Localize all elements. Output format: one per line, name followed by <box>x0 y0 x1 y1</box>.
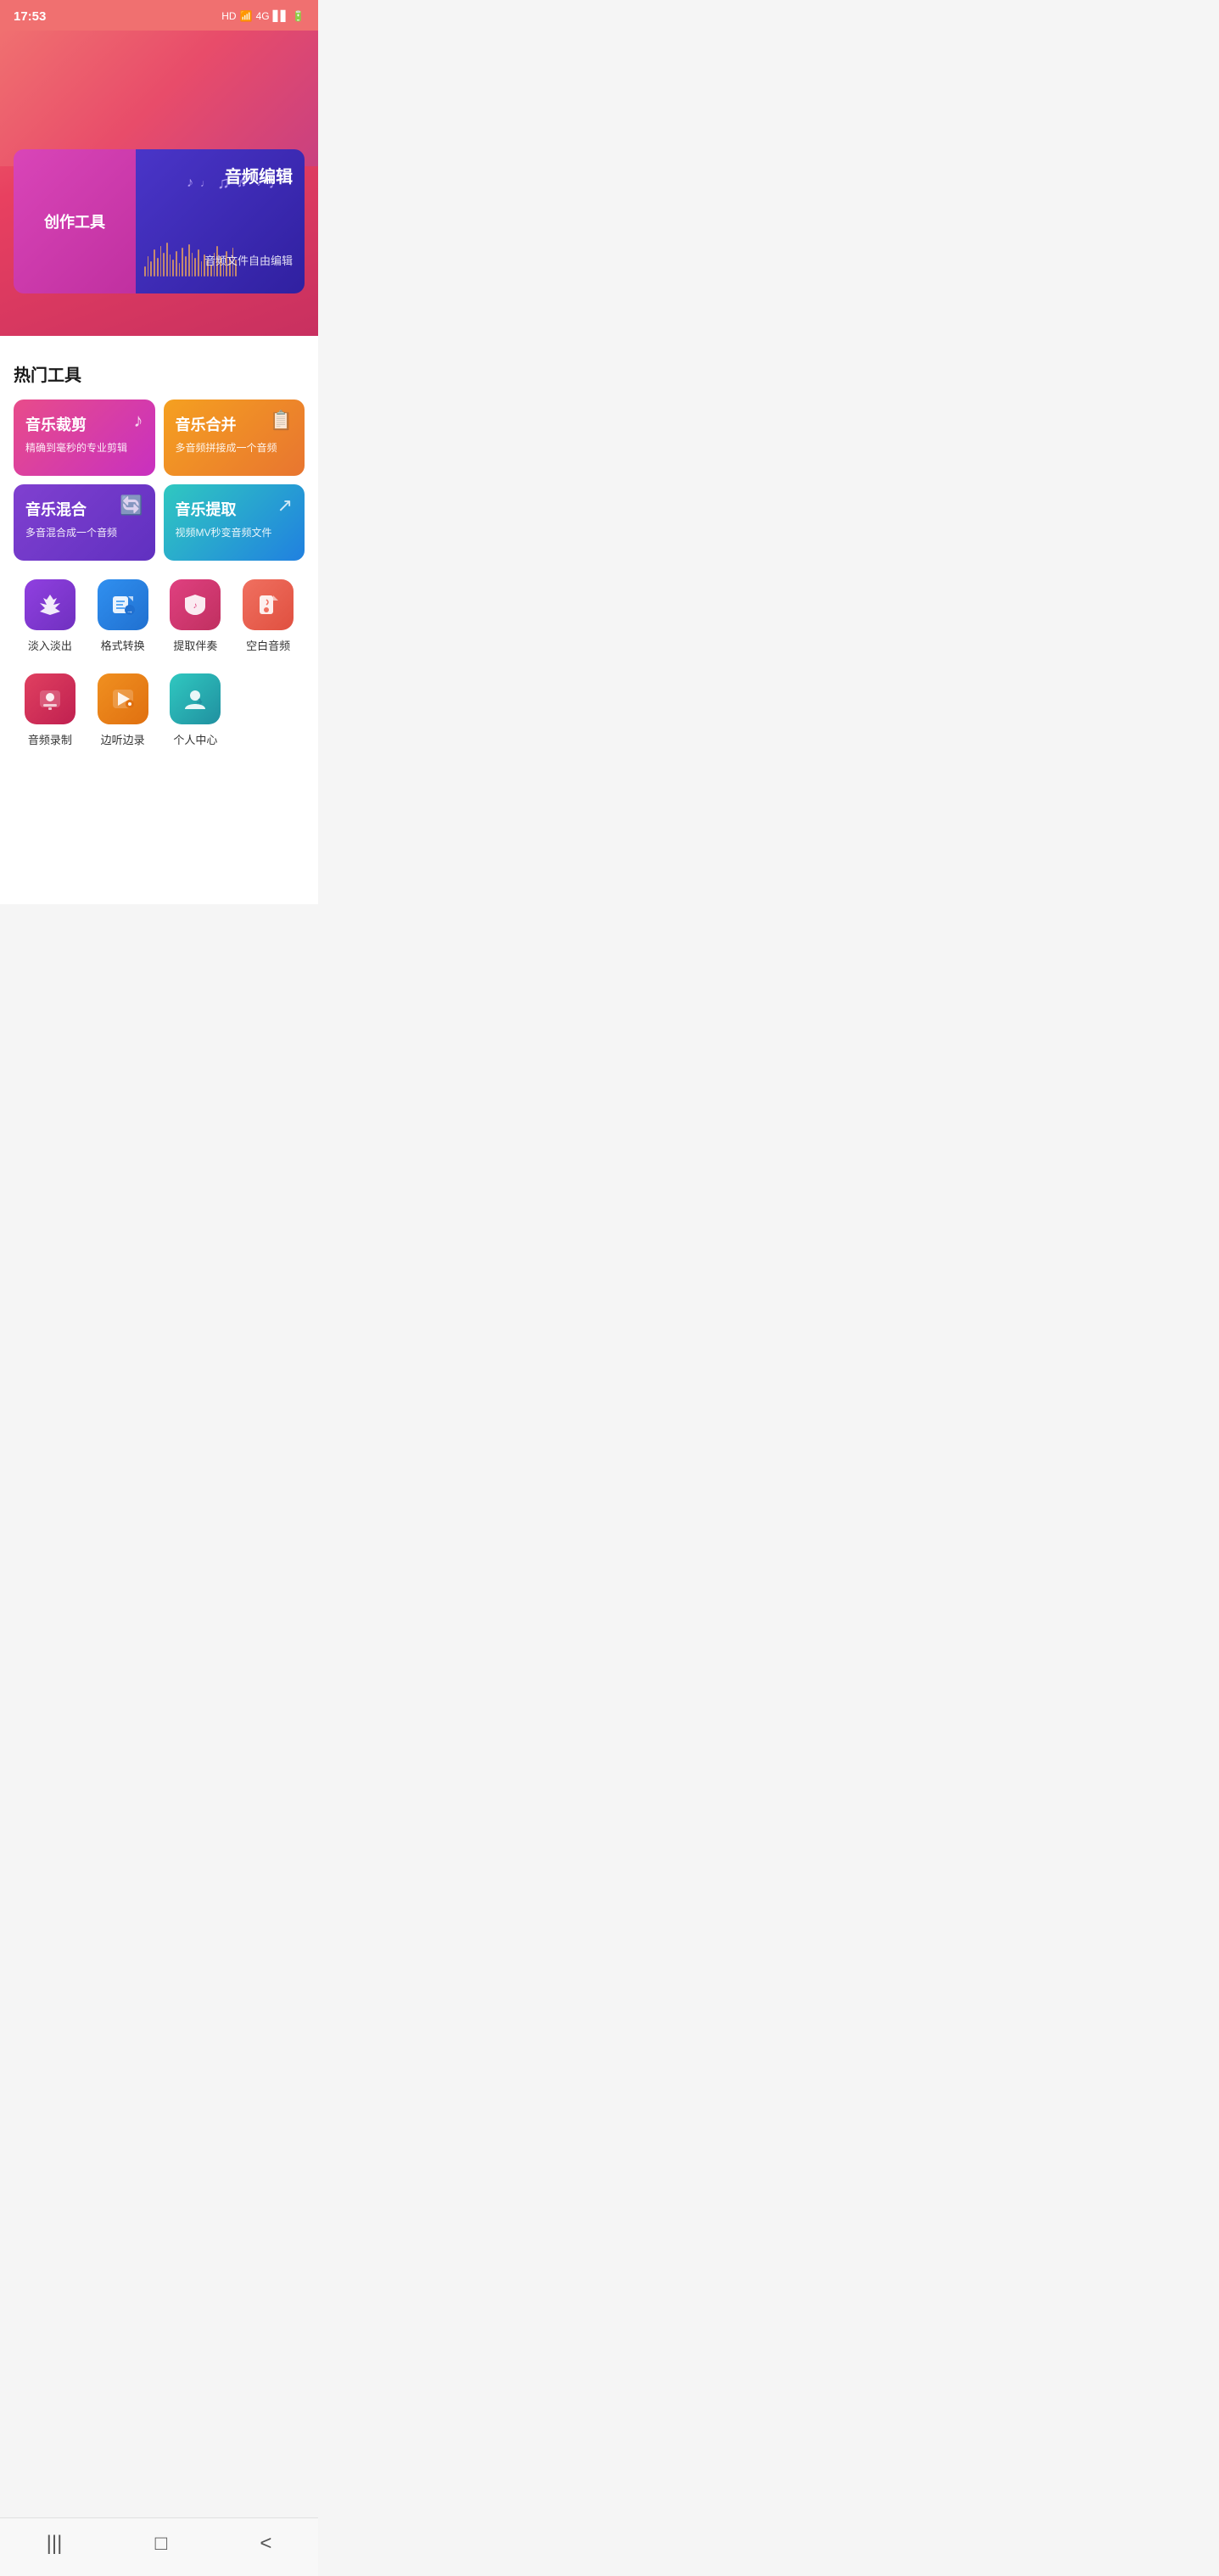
icon-item-silence[interactable]: 空白音频 <box>232 569 305 663</box>
banner-left-text: 创作工具 <box>44 210 105 232</box>
tool-card-music-mix[interactable]: 🔄 音乐混合 多音混合成一个音频 <box>14 484 155 561</box>
banner-right[interactable]: ♪ ♩ ♫ ♬ ♪ ♩ <box>136 149 305 293</box>
music-extract-desc: 视频MV秒变音频文件 <box>176 525 294 539</box>
status-icons: HD 📶 4G ▋▋ 🔋 <box>221 10 305 22</box>
extract-accomp-icon-circle: ♪ <box>170 579 221 630</box>
profile-icon-circle <box>170 673 221 724</box>
icon-item-profile[interactable]: 个人中心 <box>159 663 232 757</box>
banner-wrapper: 创作工具 ♪ ♩ ♫ ♬ ♪ ♩ <box>0 31 318 336</box>
signal-bars: ▋▋ <box>273 10 288 22</box>
silence-label: 空白音频 <box>246 637 290 653</box>
note-1: ♪ <box>187 176 193 191</box>
convert-icon-circle: → <box>98 579 148 630</box>
record-icon-circle <box>25 673 75 724</box>
hd-badge: HD <box>221 10 236 22</box>
record-label: 音频录制 <box>28 731 72 747</box>
music-extract-icon: ↗ <box>277 495 293 517</box>
fade-svg <box>36 591 64 618</box>
banner-right-title: 音频编辑 <box>225 163 293 187</box>
music-merge-icon: 📋 <box>270 410 293 432</box>
record-svg <box>36 685 64 712</box>
tool-card-music-extract[interactable]: ↗ 音乐提取 视频MV秒变音频文件 <box>164 484 305 561</box>
bottom-nav: ||| □ < <box>0 2517 318 2576</box>
icon-item-listen-record[interactable]: 边听边录 <box>87 663 159 757</box>
fade-label: 淡入淡出 <box>28 637 72 653</box>
convert-svg: → <box>109 591 137 618</box>
wifi-icon: 📶 <box>240 10 253 22</box>
tool-cards-row-1: ♪ 音乐裁剪 精确到毫秒的专业剪辑 📋 音乐合并 多音频拼接成一个音频 <box>14 400 305 476</box>
profile-label: 个人中心 <box>173 731 217 747</box>
icon-item-convert[interactable]: → 格式转换 <box>87 569 159 663</box>
main-content: 热门工具 ♪ 音乐裁剪 精确到毫秒的专业剪辑 📋 音乐合并 多音频拼接成一个音频… <box>0 336 318 845</box>
icon-item-fade[interactable]: 淡入淡出 <box>14 569 87 663</box>
page-wrapper: 17:53 HD 📶 4G ▋▋ 🔋 创作工具 ♪ ♩ ♫ ♬ <box>0 0 318 904</box>
silence-icon-circle <box>243 579 294 630</box>
nav-back-btn[interactable]: ||| <box>30 2529 80 2559</box>
banner-carousel[interactable]: 创作工具 ♪ ♩ ♫ ♬ ♪ ♩ <box>14 149 305 293</box>
profile-svg <box>182 685 209 712</box>
tool-card-music-cut[interactable]: ♪ 音乐裁剪 精确到毫秒的专业剪辑 <box>14 400 155 476</box>
svg-text:♪: ♪ <box>193 601 198 611</box>
listen-record-label: 边听边录 <box>101 731 145 747</box>
icon-item-record[interactable]: 音频录制 <box>14 663 87 757</box>
nav-home-btn[interactable]: □ <box>138 2529 185 2559</box>
header-decoration <box>0 31 318 166</box>
icon-grid: 淡入淡出 → 格式转换 <box>14 569 305 757</box>
convert-label: 格式转换 <box>101 637 145 653</box>
music-cut-title: 音乐裁剪 <box>25 413 143 435</box>
silence-svg <box>254 591 282 618</box>
status-time: 17:53 <box>14 9 46 24</box>
music-mix-desc: 多音混合成一个音频 <box>25 525 143 539</box>
banner-right-subtitle: 音频文件自由编辑 <box>204 252 293 268</box>
music-mix-icon: 🔄 <box>120 495 143 517</box>
extract-accomp-svg: ♪ <box>182 591 209 618</box>
nav-arrow-btn[interactable]: < <box>243 2529 288 2559</box>
section-title: 热门工具 <box>14 361 305 386</box>
status-bar: 17:53 HD 📶 4G ▋▋ 🔋 <box>0 0 318 31</box>
signal-label: 4G <box>256 10 270 22</box>
note-2: ♩ <box>200 177 210 189</box>
music-cut-icon: ♪ <box>134 410 143 432</box>
banner-left[interactable]: 创作工具 <box>14 149 136 293</box>
fade-icon-circle <box>25 579 75 630</box>
listen-record-svg <box>109 685 137 712</box>
tool-card-music-merge[interactable]: 📋 音乐合并 多音频拼接成一个音频 <box>164 400 305 476</box>
svg-text:→: → <box>126 607 133 615</box>
icon-item-extract-accomp[interactable]: ♪ 提取伴奏 <box>159 569 232 663</box>
listen-record-icon-circle <box>98 673 148 724</box>
music-merge-desc: 多音频拼接成一个音频 <box>176 440 294 455</box>
extract-accomp-label: 提取伴奏 <box>173 637 217 653</box>
battery-icon: 🔋 <box>292 10 305 22</box>
tool-cards-row-2: 🔄 音乐混合 多音混合成一个音频 ↗ 音乐提取 视频MV秒变音频文件 <box>14 484 305 561</box>
music-cut-desc: 精确到毫秒的专业剪辑 <box>25 440 143 455</box>
music-extract-title: 音乐提取 <box>176 498 294 520</box>
